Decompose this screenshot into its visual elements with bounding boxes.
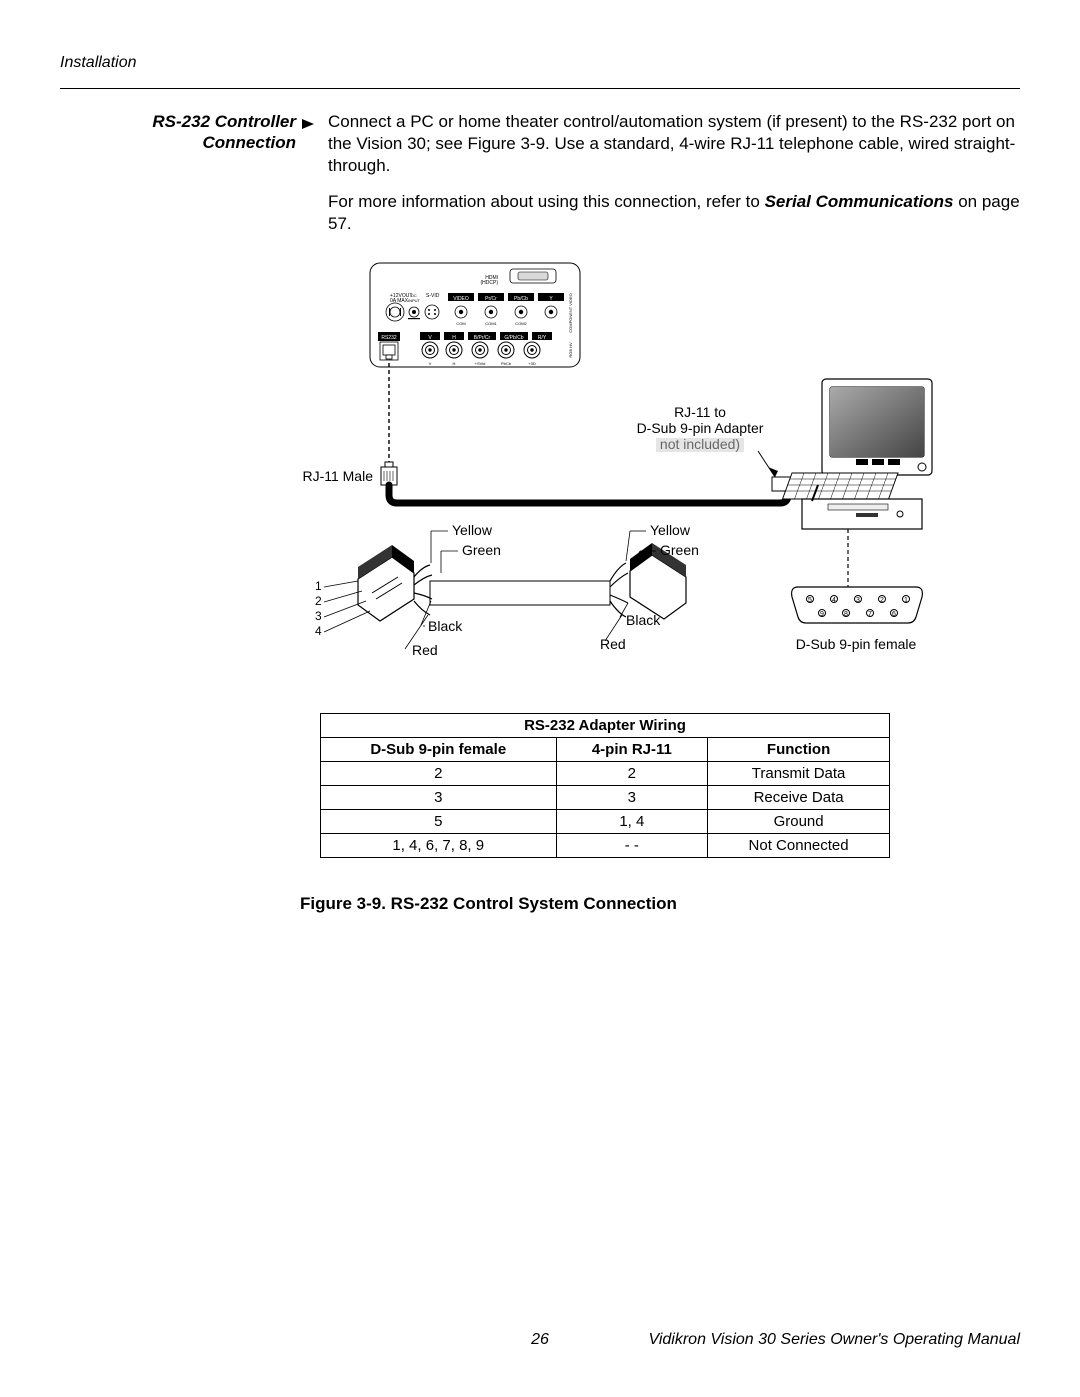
svg-text:VIDEO: VIDEO [453,296,469,302]
body-text: Connect a PC or home theater control/aut… [320,111,1020,249]
rj11-plug-left-icon [358,545,414,621]
svg-text:(HDCP): (HDCP) [481,280,499,286]
svg-text:2: 2 [880,597,884,604]
svg-text:3: 3 [315,609,322,623]
svg-text:Pb/Cb: Pb/Cb [514,296,528,302]
label-black-left: Black [428,618,463,634]
svg-text:RS232: RS232 [381,335,397,341]
svg-text:Pr/Cr: Pr/Cr [485,296,497,302]
footer-manual-title: Vidikron Vision 30 Series Owner's Operat… [648,1331,1020,1349]
svg-text:4: 4 [832,597,836,604]
svg-text:7: 7 [868,611,872,618]
svg-text:COMPONENT VIDEO: COMPONENT VIDEO [568,294,573,334]
label-adapter-l1: RJ-11 to [674,404,726,420]
paragraph-1: Connect a PC or home theater control/aut… [328,111,1020,177]
table-row: 3 3 Receive Data [321,786,890,810]
header-section: Installation [60,54,1020,72]
svg-text:H: H [453,361,456,366]
svg-text:2: 2 [315,594,322,608]
arrow-icon [302,111,320,249]
label-black-right: Black [626,612,661,628]
svg-text:+SVid: +SVid [475,361,486,366]
figure-caption: Figure 3-9. RS-232 Control System Connec… [300,894,1020,914]
svg-text:INPUT: INPUT [408,298,421,303]
label-yellow-left: Yellow [452,522,493,538]
wiring-diagram: HDMI (HDCP) +12VOUT 0A MAX DC INPUT S-VI… [300,255,960,695]
paragraph-2: For more information about using this co… [328,191,1020,235]
svg-text:G/Pb/Cb: G/Pb/Cb [504,335,523,341]
svg-text:+3D: +3D [528,361,536,366]
svg-text:COM2: COM2 [515,321,527,326]
svg-text:6: 6 [892,611,896,618]
svg-text:COM: COM [456,321,465,326]
wiring-table: RS-232 Adapter Wiring D-Sub 9-pin female… [320,713,890,858]
table-title: RS-232 Adapter Wiring [321,714,890,738]
label-green-left: Green [462,542,501,558]
svg-text:RGB HV: RGB HV [568,342,573,358]
svg-text:H: H [452,335,456,341]
dsub9-connector-icon: 5 4 3 2 1 9 8 7 6 [792,587,923,623]
pc-icon [783,379,932,591]
label-dsub-female: D-Sub 9-pin female [796,636,917,652]
label-yellow-right: Yellow [650,522,691,538]
page-number: 26 [531,1331,549,1349]
svg-text:R/Y: R/Y [538,335,547,341]
svg-text:4: 4 [315,624,322,638]
svg-text:1: 1 [904,597,908,604]
svg-text:9: 9 [820,611,824,618]
table-row: 5 1, 4 Ground [321,810,890,834]
section-heading-line1: RS-232 Controller [152,112,296,131]
svg-text:8: 8 [844,611,848,618]
table-row: 2 2 Transmit Data [321,762,890,786]
label-red-right: Red [600,636,626,652]
section-heading-line2: Connection [203,133,297,152]
svg-text:1: 1 [315,579,322,593]
svg-text:PbCb: PbCb [501,361,512,366]
table-col3: Function [708,738,890,762]
label-green-right: Green [660,542,699,558]
label-rj11-male: RJ-11 Male [302,468,373,484]
svg-text:COM1: COM1 [485,321,497,326]
label-red-left: Red [412,642,438,658]
table-col2: 4-pin RJ-11 [556,738,708,762]
svg-text:S-VID: S-VID [426,293,440,299]
svg-text:5: 5 [808,597,812,604]
table-row: 1, 4, 6, 7, 8, 9 - - Not Connected [321,834,890,858]
table-col1: D-Sub 9-pin female [321,738,557,762]
label-adapter-l2: D-Sub 9-pin Adapter [637,420,764,436]
section-heading: RS-232 Controller Connection [152,111,296,154]
svg-text:3: 3 [856,597,860,604]
svg-text:V: V [429,361,432,366]
horizontal-rule [60,88,1020,89]
svg-text:B/Pr/Cr: B/Pr/Cr [474,335,491,341]
